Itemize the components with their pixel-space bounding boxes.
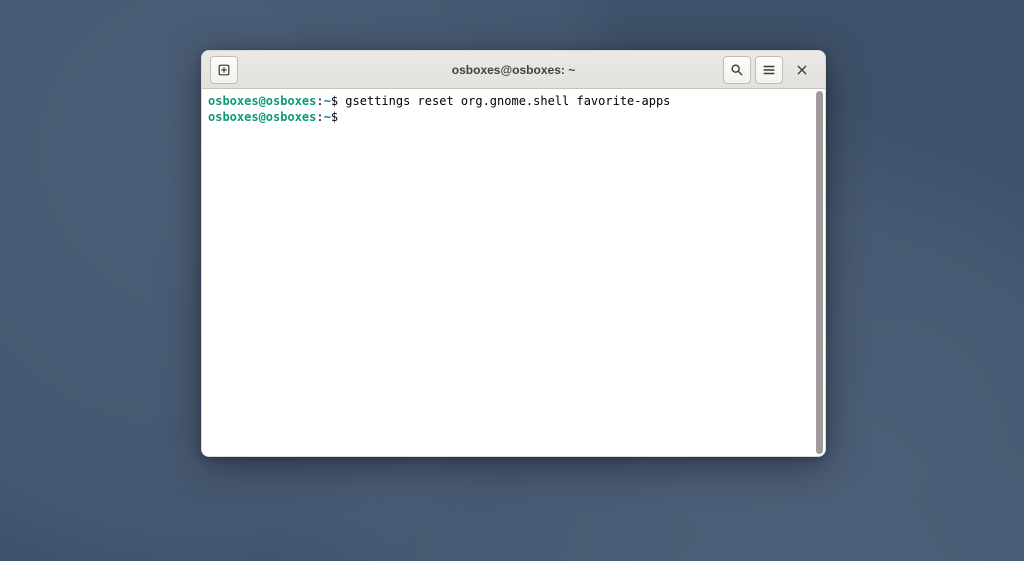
new-tab-button[interactable]	[210, 56, 238, 84]
close-icon	[796, 64, 808, 76]
prompt-separator: :	[316, 110, 323, 124]
search-button[interactable]	[723, 56, 751, 84]
prompt-user-host: osboxes@osboxes	[208, 94, 316, 108]
terminal-area[interactable]: osboxes@osboxes:~$ gsettings reset org.g…	[202, 89, 825, 456]
window-title: osboxes@osboxes: ~	[452, 63, 575, 77]
prompt-path: ~	[324, 94, 331, 108]
search-icon	[730, 63, 744, 77]
terminal-line: osboxes@osboxes:~$	[208, 109, 809, 125]
prompt-dollar: $	[331, 94, 345, 108]
close-button[interactable]	[787, 56, 817, 84]
prompt-path: ~	[324, 110, 331, 124]
menu-button[interactable]	[755, 56, 783, 84]
hamburger-icon	[762, 63, 776, 77]
terminal-window: osboxes@osboxes: ~ osboxes@osboxes:~$ gs	[201, 50, 826, 457]
command-text: gsettings reset org.gnome.shell favorite…	[345, 94, 670, 108]
terminal-content[interactable]: osboxes@osboxes:~$ gsettings reset org.g…	[202, 89, 815, 456]
terminal-line: osboxes@osboxes:~$ gsettings reset org.g…	[208, 93, 809, 109]
vertical-scrollbar[interactable]	[815, 91, 823, 454]
prompt-separator: :	[316, 94, 323, 108]
new-tab-icon	[217, 63, 231, 77]
prompt-user-host: osboxes@osboxes	[208, 110, 316, 124]
window-titlebar[interactable]: osboxes@osboxes: ~	[202, 51, 825, 89]
prompt-dollar: $	[331, 110, 345, 124]
scrollbar-thumb[interactable]	[816, 91, 823, 454]
